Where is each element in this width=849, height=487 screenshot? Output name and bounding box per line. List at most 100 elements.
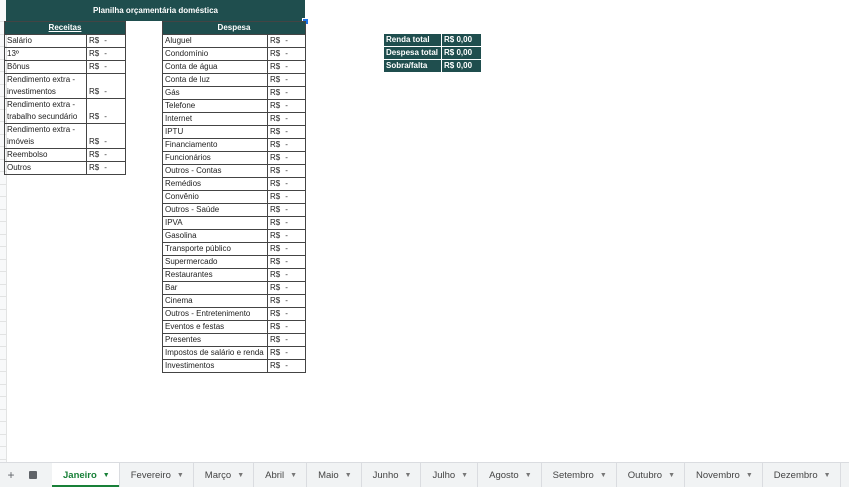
caret-down-icon[interactable]: ▼ xyxy=(461,472,468,479)
row-label[interactable]: Bar xyxy=(162,281,268,295)
amount-cell[interactable]: R$ - xyxy=(266,164,307,178)
amount-cell[interactable]: R$ - xyxy=(266,60,307,74)
amount-cell[interactable]: R$ - xyxy=(266,359,307,373)
amount-cell[interactable]: R$ - xyxy=(266,229,307,243)
sheet-tab-dezembro[interactable]: Dezembro ▼ xyxy=(763,463,841,487)
sheet-tab-setembro[interactable]: Setembro ▼ xyxy=(542,463,617,487)
amount-cell[interactable]: R$ - xyxy=(266,34,307,48)
caret-down-icon[interactable]: ▼ xyxy=(746,472,753,479)
row-label[interactable]: Outros - Contas xyxy=(162,164,268,178)
sheet-tab-julho[interactable]: Julho ▼ xyxy=(421,463,479,487)
row-label[interactable]: Rendimento extra - imóveis xyxy=(4,123,87,149)
caret-down-icon[interactable]: ▼ xyxy=(405,472,412,479)
amount-cell[interactable]: R$ - xyxy=(266,346,307,360)
caret-down-icon[interactable]: ▼ xyxy=(237,472,244,479)
amount-cell[interactable]: R$ - xyxy=(266,320,307,334)
summary-label[interactable]: Sobra/falta xyxy=(383,59,442,73)
row-label[interactable]: Gás xyxy=(162,86,268,100)
sheet-tab-abril[interactable]: Abril ▼ xyxy=(254,463,308,487)
summary-label[interactable]: Renda total xyxy=(383,33,442,47)
sheet-tab-janeiro[interactable]: Janeiro ▼ xyxy=(52,463,120,487)
sheet-tab-outubro[interactable]: Outubro ▼ xyxy=(617,463,686,487)
row-label[interactable]: Condomínio xyxy=(162,47,268,61)
row-label[interactable]: Cinema xyxy=(162,294,268,308)
row-label[interactable]: Financiamento xyxy=(162,138,268,152)
sheet-tab-marco[interactable]: Março ▼ xyxy=(194,463,255,487)
row-label[interactable]: Eventos e festas xyxy=(162,320,268,334)
row-label[interactable]: IPVA xyxy=(162,216,268,230)
sheet-tab-agosto[interactable]: Agosto ▼ xyxy=(478,463,542,487)
row-label[interactable]: Salário xyxy=(4,34,87,48)
amount-cell[interactable]: R$ - xyxy=(266,47,307,61)
row-label[interactable]: Convênio xyxy=(162,190,268,204)
row-label[interactable]: Transporte público xyxy=(162,242,268,256)
amount-cell[interactable]: R$ - xyxy=(266,333,307,347)
row-label[interactable]: Telefone xyxy=(162,99,268,113)
summary-value[interactable]: R$ 0,00 xyxy=(441,59,482,73)
row-label[interactable]: 13º xyxy=(4,47,87,61)
sheet-tab-fevereiro[interactable]: Fevereiro ▼ xyxy=(120,463,194,487)
summary-value[interactable]: R$ 0,00 xyxy=(441,33,482,47)
amount-cell[interactable]: R$ - xyxy=(85,161,127,175)
caret-down-icon[interactable]: ▼ xyxy=(103,472,110,479)
caret-down-icon[interactable]: ▼ xyxy=(824,472,831,479)
row-label[interactable]: Presentes xyxy=(162,333,268,347)
amount-cell[interactable]: R$ - xyxy=(85,47,127,61)
despesa-header[interactable]: Despesa xyxy=(161,21,307,35)
row-label[interactable]: Outros xyxy=(4,161,87,175)
amount-cell[interactable]: R$ - xyxy=(85,34,127,48)
row-label[interactable]: Outros - Saúde xyxy=(162,203,268,217)
amount-cell[interactable]: R$ - xyxy=(266,112,307,126)
row-label[interactable]: Bônus xyxy=(4,60,87,74)
row-label[interactable]: Rendimento extra - investimentos xyxy=(4,73,87,99)
row-label[interactable]: Investimentos xyxy=(162,359,268,373)
amount-cell[interactable]: R$ - xyxy=(266,138,307,152)
row-label[interactable]: Conta de água xyxy=(162,60,268,74)
caret-down-icon[interactable]: ▼ xyxy=(600,472,607,479)
receitas-header[interactable]: Receitas xyxy=(3,21,127,35)
row-label[interactable]: Impostos de salário e renda xyxy=(162,346,268,360)
caret-down-icon[interactable]: ▼ xyxy=(177,472,184,479)
amount-cell[interactable]: R$ - xyxy=(266,255,307,269)
caret-down-icon[interactable]: ▼ xyxy=(345,472,352,479)
amount-cell[interactable]: R$ - xyxy=(266,190,307,204)
add-sheet-button[interactable]: + xyxy=(0,463,22,487)
sheet-title-cell[interactable]: Planilha orçamentária doméstica xyxy=(6,0,305,21)
amount-cell[interactable]: R$ - xyxy=(266,99,307,113)
amount-cell[interactable]: R$ - xyxy=(85,148,127,162)
all-sheets-button[interactable] xyxy=(22,463,44,487)
row-label[interactable]: Restaurantes xyxy=(162,268,268,282)
sheet-tab-maio[interactable]: Maio ▼ xyxy=(307,463,362,487)
row-label[interactable]: Remédios xyxy=(162,177,268,191)
row-label[interactable]: Gasolina xyxy=(162,229,268,243)
amount-cell[interactable]: R$ - xyxy=(266,177,307,191)
row-label[interactable]: Aluguel xyxy=(162,34,268,48)
row-label[interactable]: Rendimento extra - trabalho secundário xyxy=(4,98,87,124)
sheet-tab-novembro[interactable]: Novembro ▼ xyxy=(685,463,763,487)
row-label[interactable]: Funcionários xyxy=(162,151,268,165)
amount-cell[interactable]: R$ - xyxy=(266,294,307,308)
amount-cell[interactable]: R$ - xyxy=(85,98,127,124)
summary-value[interactable]: R$ 0,00 xyxy=(441,46,482,60)
amount-cell[interactable]: R$ - xyxy=(266,216,307,230)
row-label[interactable]: Internet xyxy=(162,112,268,126)
amount-cell[interactable]: R$ - xyxy=(85,60,127,74)
row-label[interactable]: Outros - Entretenimento xyxy=(162,307,268,321)
caret-down-icon[interactable]: ▼ xyxy=(290,472,297,479)
row-label[interactable]: IPTU xyxy=(162,125,268,139)
amount-cell[interactable]: R$ - xyxy=(266,125,307,139)
sheet-tab-junho[interactable]: Junho ▼ xyxy=(362,463,422,487)
amount-cell[interactable]: R$ - xyxy=(85,73,127,99)
caret-down-icon[interactable]: ▼ xyxy=(525,472,532,479)
amount-cell[interactable]: R$ - xyxy=(266,86,307,100)
spreadsheet-grid[interactable]: Planilha orçamentária doméstica Receitas… xyxy=(0,0,849,462)
amount-cell[interactable]: R$ - xyxy=(266,242,307,256)
amount-cell[interactable]: R$ - xyxy=(266,151,307,165)
amount-cell[interactable]: R$ - xyxy=(266,281,307,295)
amount-cell[interactable]: R$ - xyxy=(266,203,307,217)
row-label[interactable]: Conta de luz xyxy=(162,73,268,87)
amount-cell[interactable]: R$ - xyxy=(266,307,307,321)
amount-cell[interactable]: R$ - xyxy=(266,268,307,282)
row-label[interactable]: Reembolso xyxy=(4,148,87,162)
row-label[interactable]: Supermercado xyxy=(162,255,268,269)
